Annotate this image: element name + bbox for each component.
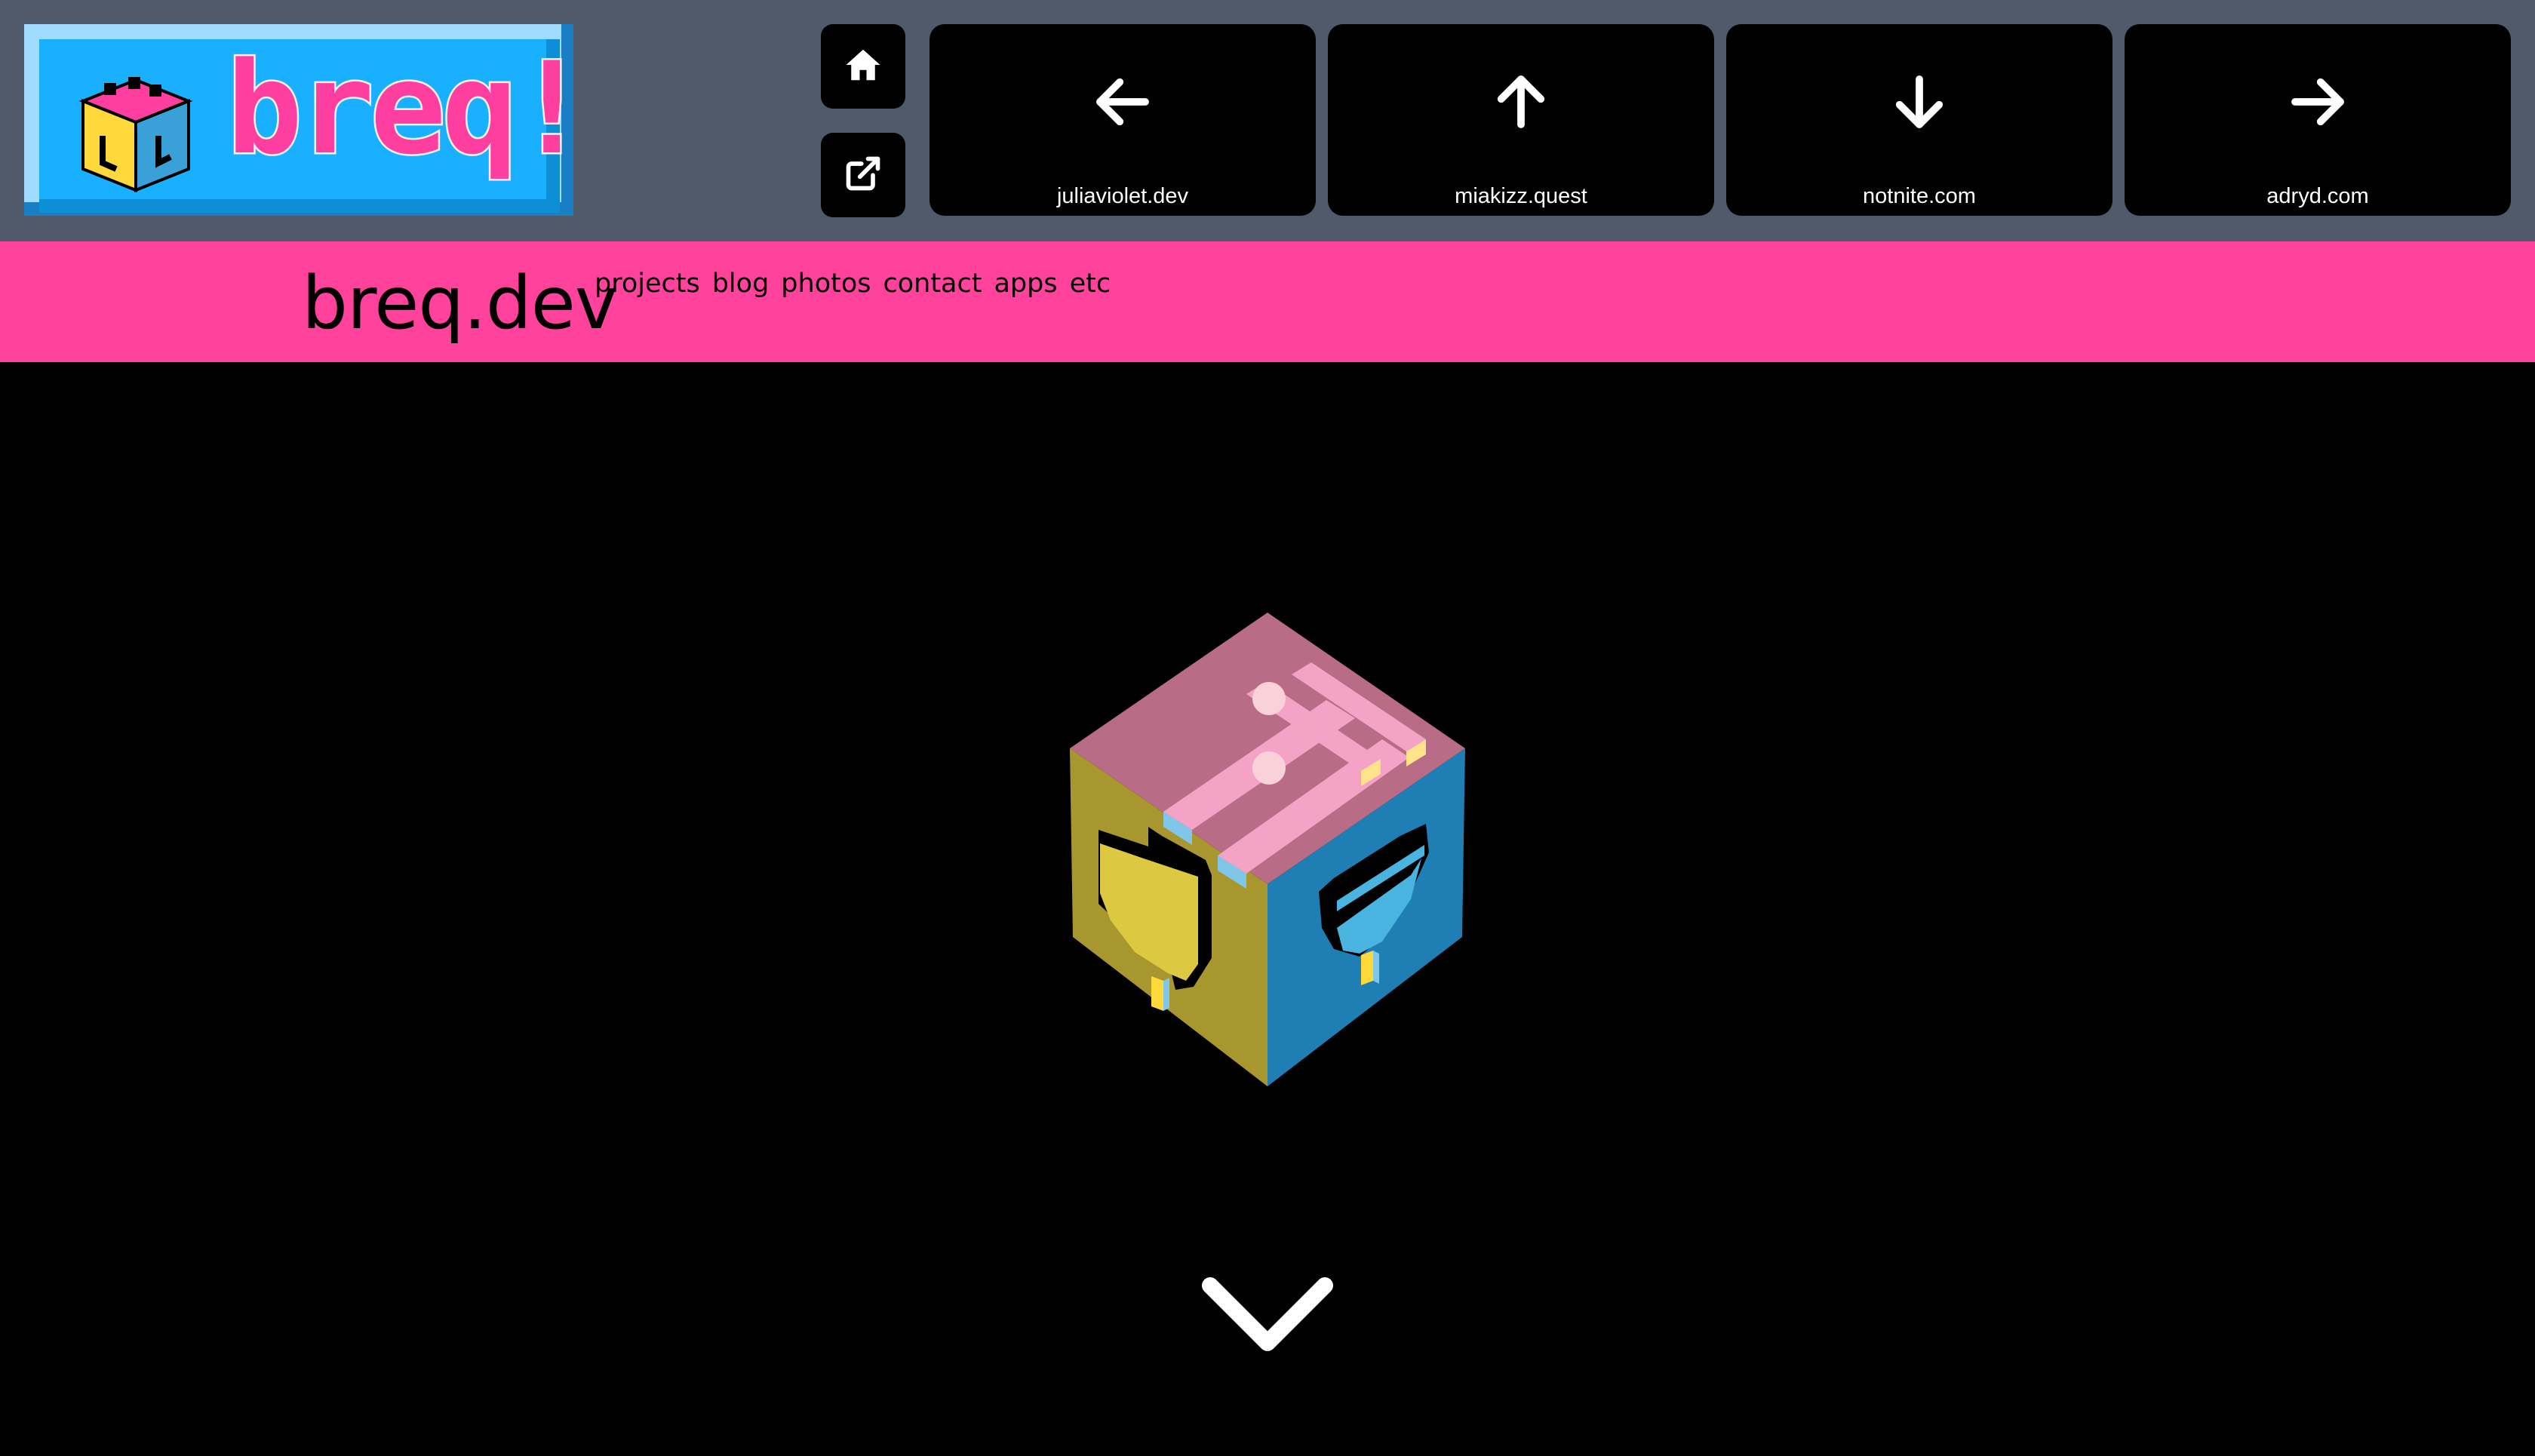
menu-item-photos[interactable]: photos	[781, 269, 871, 299]
chevron-down-icon	[1200, 1277, 1335, 1361]
site-title[interactable]: breq.dev	[302, 253, 618, 353]
external-link-icon	[843, 154, 883, 197]
scroll-down-button[interactable]	[1200, 1275, 1335, 1358]
menu-item-blog[interactable]: blog	[712, 269, 770, 299]
arrow-left-icon	[930, 68, 1316, 136]
webring-next-label: adryd.com	[2266, 184, 2369, 208]
site-menu: projects blog photos contact apps etc	[595, 269, 1111, 299]
webring-down-label: notnite.com	[1863, 184, 1976, 208]
menu-item-apps[interactable]: apps	[994, 269, 1057, 299]
webring-up-label: miakizz.quest	[1455, 184, 1587, 208]
arrow-up-icon	[1328, 68, 1714, 136]
webring-next-button[interactable]: adryd.com	[2125, 24, 2511, 216]
webring-up-button[interactable]: miakizz.quest	[1328, 24, 1714, 216]
arrow-down-icon	[1726, 68, 2112, 136]
menu-item-projects[interactable]: projects	[595, 269, 700, 299]
webring-down-button[interactable]: notnite.com	[1726, 24, 2112, 216]
menu-item-contact[interactable]: contact	[883, 269, 982, 299]
webring-prev-button[interactable]: juliaviolet.dev	[930, 24, 1316, 216]
hero-cube-illustration	[1056, 604, 1479, 1094]
menu-item-etc[interactable]: etc	[1070, 269, 1111, 299]
breq-banner-logo[interactable]: breq!	[24, 24, 573, 216]
home-button[interactable]	[821, 24, 905, 109]
webring-prev-label: juliaviolet.dev	[1056, 184, 1189, 208]
banner-text: breq!	[226, 35, 573, 183]
arrow-right-icon	[2125, 68, 2511, 136]
home-icon	[843, 45, 883, 89]
external-link-button[interactable]	[821, 133, 905, 217]
